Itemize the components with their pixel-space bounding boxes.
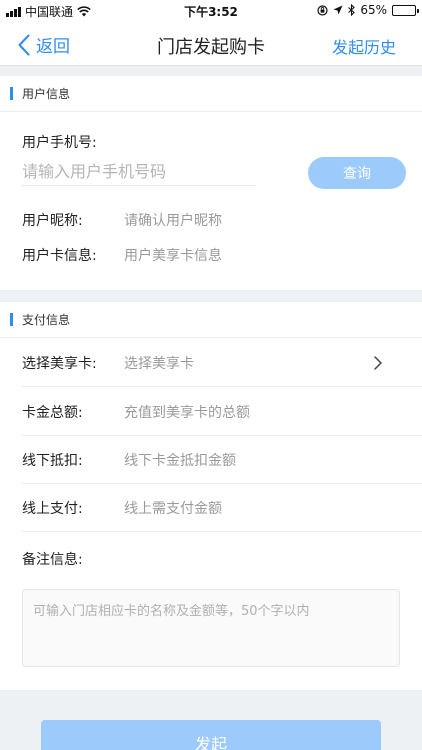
card-total-row[interactable]: 卡金总额: 充值到美享卡的总额 bbox=[22, 388, 422, 436]
history-button[interactable]: 发起历史 bbox=[332, 34, 396, 58]
back-label: 返回 bbox=[36, 37, 70, 57]
remark-textarea[interactable] bbox=[22, 589, 400, 667]
offline-deduct-label: 线下抵扣: bbox=[22, 452, 83, 469]
bluetooth-icon bbox=[348, 4, 356, 16]
status-right: 65% bbox=[317, 3, 419, 17]
phone-label: 用户手机号: bbox=[22, 135, 97, 151]
battery-icon bbox=[392, 4, 419, 16]
phone-input[interactable] bbox=[22, 158, 256, 186]
offline-deduct-row[interactable]: 线下抵扣: 线下卡金抵扣金额 bbox=[22, 436, 422, 484]
select-card-placeholder: 选择美享卡 bbox=[124, 355, 194, 372]
offline-deduct-placeholder: 线下卡金抵扣金额 bbox=[124, 452, 236, 469]
nickname-value: 请确认用户昵称 bbox=[124, 213, 222, 229]
card-total-label: 卡金总额: bbox=[22, 404, 83, 421]
chevron-left-icon bbox=[18, 34, 30, 55]
card-info-row: 用户卡信息: 用户美享卡信息 bbox=[22, 245, 222, 265]
card-total-placeholder: 充值到美享卡的总额 bbox=[124, 404, 250, 421]
card-info-label: 用户卡信息: bbox=[22, 248, 97, 264]
orientation-lock-icon bbox=[317, 4, 328, 16]
section-accent-bar bbox=[10, 313, 13, 326]
select-card-label: 选择美享卡: bbox=[22, 355, 97, 372]
section-accent-bar bbox=[10, 87, 13, 100]
submit-button[interactable]: 发起 bbox=[41, 720, 381, 750]
query-button[interactable]: 查询 bbox=[308, 157, 406, 189]
nickname-label: 用户昵称: bbox=[22, 213, 83, 229]
back-button[interactable]: 返回 bbox=[18, 32, 70, 57]
payment-info-title: 支付信息 bbox=[22, 313, 71, 327]
user-info-title: 用户信息 bbox=[22, 87, 71, 101]
chevron-right-icon bbox=[374, 356, 382, 370]
online-pay-row[interactable]: 线上支付: 线上需支付金额 bbox=[22, 484, 422, 532]
payment-info-section: 支付信息 选择美享卡: 选择美享卡 卡金总额: 充值到美享卡的总额 线下抵扣: … bbox=[0, 302, 422, 690]
status-bar: 中国联通 下午3:52 65% bbox=[0, 0, 422, 22]
payment-info-header: 支付信息 bbox=[0, 302, 422, 338]
nav-bar: 返回 门店发起购卡 发起历史 bbox=[0, 22, 422, 66]
online-pay-placeholder: 线上需支付金额 bbox=[124, 500, 222, 517]
online-pay-label: 线上支付: bbox=[22, 500, 83, 517]
card-info-value: 用户美享卡信息 bbox=[124, 248, 222, 264]
select-card-row[interactable]: 选择美享卡: 选择美享卡 bbox=[22, 339, 422, 387]
user-info-section: 用户信息 用户手机号: 查询 用户昵称: 请确认用户昵称 用户卡信息: 用户美享… bbox=[0, 76, 422, 290]
nickname-row: 用户昵称: 请确认用户昵称 bbox=[22, 210, 222, 230]
user-info-header: 用户信息 bbox=[0, 76, 422, 112]
location-icon bbox=[333, 5, 343, 15]
remark-label: 备注信息: bbox=[22, 552, 83, 568]
battery-percent: 65% bbox=[360, 3, 387, 17]
